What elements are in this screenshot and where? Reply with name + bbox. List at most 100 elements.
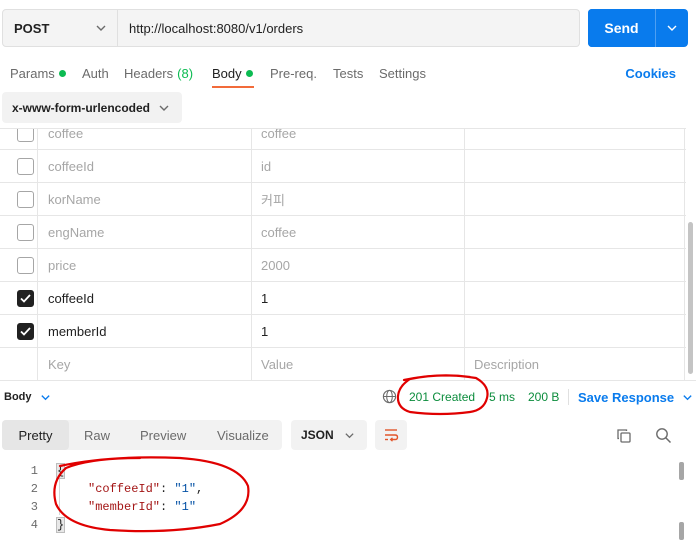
cookies-link[interactable]: Cookies	[625, 60, 676, 87]
checkbox-cell	[0, 183, 38, 215]
tab-pretty[interactable]: Pretty	[2, 420, 69, 450]
method-select[interactable]: POST	[2, 9, 118, 47]
response-view-tabs: Pretty Raw Preview Visualize	[2, 420, 282, 450]
checkbox-cell	[0, 249, 38, 281]
param-value[interactable]: 2000	[252, 249, 465, 281]
tab-visualize[interactable]: Visualize	[217, 420, 269, 450]
response-size[interactable]: 200 B	[528, 381, 559, 413]
active-tab-indicator	[212, 86, 254, 88]
param-description[interactable]	[465, 282, 685, 314]
save-response-label: Save Response	[578, 389, 675, 405]
send-options-dropdown[interactable]	[656, 9, 688, 47]
save-response-button[interactable]: Save Response	[578, 381, 693, 413]
param-value[interactable]: 1	[252, 315, 465, 347]
editor-scrollbar[interactable]	[679, 462, 684, 480]
row-checkbox[interactable]	[17, 257, 34, 274]
param-value[interactable]: coffee	[252, 216, 465, 248]
tab-pre-request[interactable]: Pre-req.	[270, 60, 317, 87]
checkmark-icon	[20, 327, 31, 336]
row-checkbox[interactable]	[17, 158, 34, 175]
params-scrollbar[interactable]	[688, 222, 693, 374]
response-time[interactable]: 5 ms	[489, 381, 515, 413]
table-row: korName 커피	[0, 183, 686, 216]
param-key[interactable]: price	[38, 249, 252, 281]
param-value[interactable]: 1	[252, 282, 465, 314]
row-checkbox-checked[interactable]	[17, 290, 34, 307]
tab-preview[interactable]: Preview	[140, 420, 186, 450]
param-value[interactable]: 커피	[252, 183, 465, 215]
table-row: coffee coffee	[0, 129, 686, 150]
param-description[interactable]	[465, 315, 685, 347]
code-content: "memberId": "1"	[88, 500, 196, 514]
params-table: coffee coffee coffeeId id korName 커피 eng…	[0, 128, 686, 380]
tab-tests[interactable]: Tests	[333, 60, 363, 87]
chevron-down-icon	[683, 394, 692, 400]
param-key[interactable]: coffee	[38, 129, 252, 149]
headers-count: (8)	[177, 66, 194, 81]
param-key[interactable]: memberId	[38, 315, 252, 347]
tab-settings[interactable]: Settings	[379, 60, 426, 87]
tab-label: Pre-req.	[270, 66, 317, 81]
row-checkbox[interactable]	[17, 224, 34, 241]
chevron-down-icon	[96, 25, 106, 31]
param-description[interactable]	[465, 183, 685, 215]
method-label: POST	[14, 20, 50, 36]
param-value[interactable]: id	[252, 150, 465, 182]
tab-params[interactable]: Params	[10, 60, 66, 87]
code-brace: }	[55, 517, 66, 533]
json-key: "coffeeId"	[88, 482, 161, 496]
code-line: 2 "coffeeId": "1",	[0, 480, 670, 498]
send-button[interactable]: Send	[588, 9, 655, 47]
wrap-lines-button[interactable]	[375, 420, 407, 450]
row-checkbox[interactable]	[17, 129, 34, 142]
code-line: 1 {	[0, 462, 670, 480]
param-description[interactable]	[465, 129, 685, 149]
globe-icon[interactable]	[382, 389, 397, 404]
tab-body[interactable]: Body	[212, 60, 253, 87]
tab-label: Tests	[333, 66, 364, 81]
tab-raw[interactable]: Raw	[84, 420, 110, 450]
param-value[interactable]: coffee	[252, 129, 465, 149]
param-key[interactable]: coffeeId	[38, 282, 252, 314]
param-description[interactable]	[465, 216, 685, 248]
json-colon: :	[160, 500, 175, 514]
status-badge[interactable]: 201 Created	[409, 381, 475, 413]
editor-scrollbar[interactable]	[679, 522, 684, 540]
tab-label: Headers	[124, 66, 174, 81]
param-description[interactable]	[465, 249, 685, 281]
new-description-input[interactable]: Description	[465, 348, 685, 380]
row-checkbox[interactable]	[17, 191, 34, 208]
response-body-editor[interactable]: 1 { 2 "coffeeId": "1", 3 "memberId": "1"…	[0, 460, 696, 547]
param-key[interactable]: coffeeId	[38, 150, 252, 182]
tab-headers[interactable]: Headers (8)	[124, 60, 193, 87]
tab-label: Body	[212, 66, 242, 81]
table-row: memberId 1	[0, 315, 686, 348]
param-key[interactable]: korName	[38, 183, 252, 215]
tab-label: Auth	[82, 66, 109, 81]
param-description[interactable]	[465, 150, 685, 182]
param-key[interactable]: engName	[38, 216, 252, 248]
body-type-select[interactable]: x-www-form-urlencoded	[2, 92, 182, 123]
checkbox-cell	[0, 282, 38, 314]
json-comma: ,	[196, 482, 204, 496]
row-checkbox-checked[interactable]	[17, 323, 34, 340]
json-value: "1"	[174, 482, 197, 496]
table-row: price 2000	[0, 249, 686, 282]
search-icon[interactable]	[655, 427, 672, 444]
tab-label: Params	[10, 66, 55, 81]
code-line: 4 }	[0, 516, 670, 534]
response-format-select[interactable]: JSON	[291, 420, 367, 450]
new-value-input[interactable]: Value	[252, 348, 465, 380]
line-number: 4	[30, 518, 38, 532]
new-param-row: Key Value Description	[0, 348, 686, 380]
json-colon: :	[160, 482, 175, 496]
tab-auth[interactable]: Auth	[82, 60, 109, 87]
table-row: coffeeId id	[0, 150, 686, 183]
copy-icon[interactable]	[616, 428, 632, 444]
response-section-select[interactable]: Body	[4, 381, 51, 413]
url-input[interactable]	[118, 9, 580, 47]
new-key-input[interactable]: Key	[38, 348, 252, 380]
line-number: 3	[30, 500, 38, 514]
code-brace: {	[55, 463, 66, 479]
format-label: JSON	[301, 428, 334, 442]
